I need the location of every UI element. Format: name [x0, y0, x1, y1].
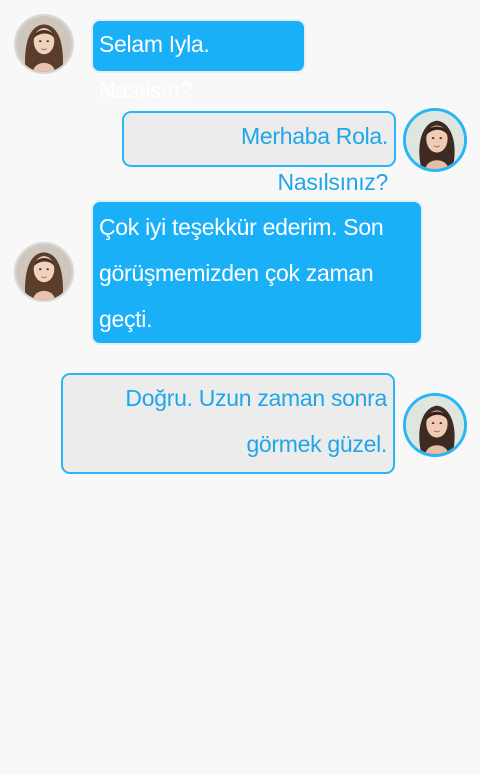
chat-thread: Selam Iyla. Nasılsın? Merhaba Rola. Nası…	[0, 0, 480, 774]
message-bubble-outgoing[interactable]: Doğru. Uzun zaman sonra görmek güzel.	[61, 373, 395, 474]
message-bubble-incoming[interactable]: Çok iyi teşekkür ederim. Son görüşmemizd…	[91, 200, 423, 345]
contact-avatar[interactable]	[14, 14, 74, 74]
message-bubble-outgoing[interactable]: Merhaba Rola. Nasılsınız?	[122, 111, 396, 195]
user-avatar[interactable]	[403, 108, 467, 172]
user-avatar[interactable]	[403, 393, 467, 457]
message-bubble-incoming[interactable]: Selam Iyla. Nasılsın?	[91, 19, 306, 103]
contact-avatar[interactable]	[14, 242, 74, 302]
